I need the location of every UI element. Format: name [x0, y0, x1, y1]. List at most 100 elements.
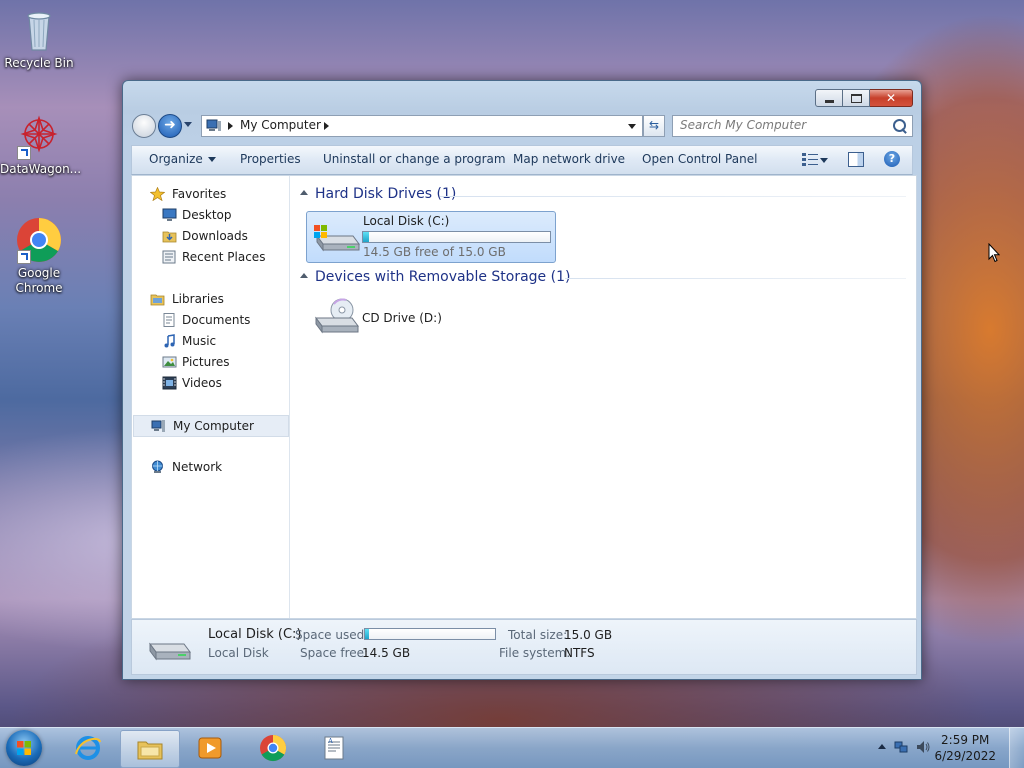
svg-text:A: A	[328, 737, 333, 745]
nav-videos-label: Videos	[182, 376, 222, 390]
taskbar-google-chrome[interactable]	[244, 730, 302, 766]
details-space-used-label: Space used:	[295, 628, 369, 642]
search-icon[interactable]	[893, 119, 906, 132]
drive-tile-local-disk-c[interactable]: Local Disk (C:) 14.5 GB free of 15.0 GB	[306, 211, 556, 263]
group-divider	[565, 278, 906, 279]
shortcut-arrow-icon	[17, 250, 31, 264]
hard-drive-icon	[314, 225, 360, 252]
group-title: Hard Disk Drives (1)	[315, 186, 457, 202]
taskbar-notepad-app[interactable]: A	[305, 730, 363, 766]
nav-desktop-label: Desktop	[182, 208, 232, 222]
nav-recent-places[interactable]: Recent Places	[132, 247, 289, 267]
desktop-icon-google-chrome[interactable]: Google Chrome	[0, 216, 78, 296]
change-view-icon[interactable]	[802, 153, 818, 166]
clock[interactable]: 2:59 PM 6/29/2022	[934, 732, 996, 764]
nav-recent-places-label: Recent Places	[182, 250, 266, 264]
address-dropdown-icon[interactable]	[628, 124, 636, 129]
drive-tile-cd-drive-d[interactable]: CD Drive (D:)	[306, 294, 554, 344]
nav-favorites[interactable]: Favorites	[132, 184, 289, 204]
music-icon	[164, 334, 175, 348]
cd-drive-icon	[315, 298, 359, 334]
volume-icon[interactable]	[916, 740, 930, 754]
computer-icon	[206, 119, 221, 131]
drive-name: CD Drive (D:)	[362, 311, 442, 325]
refresh-icon: ⇆	[648, 118, 660, 132]
nav-libraries-label: Libraries	[172, 292, 224, 306]
taskbar: A 2:59 PM 6/29/2022	[0, 727, 1024, 768]
nav-music[interactable]: Music	[132, 331, 289, 351]
taskbar-media-player[interactable]	[181, 730, 239, 766]
minimize-button[interactable]	[815, 89, 843, 107]
uninstall-program-button[interactable]: Uninstall or change a program	[323, 152, 506, 166]
help-icon[interactable]: ?	[884, 151, 900, 167]
nav-desktop[interactable]: Desktop	[132, 205, 289, 225]
back-button[interactable]	[132, 114, 156, 138]
search-input[interactable]	[673, 116, 885, 134]
address-bar[interactable]: My Computer	[201, 115, 643, 137]
open-control-panel-button[interactable]: Open Control Panel	[642, 152, 757, 166]
group-header-hard-disk-drives[interactable]: Hard Disk Drives (1)	[300, 186, 456, 202]
show-desktop-button[interactable]	[1009, 728, 1024, 768]
group-header-removable-storage[interactable]: Devices with Removable Storage (1)	[300, 269, 570, 285]
preview-pane-icon[interactable]	[848, 152, 864, 167]
documents-icon	[163, 313, 175, 327]
drive-usage-fill	[363, 232, 370, 242]
map-network-drive-button[interactable]: Map network drive	[513, 152, 625, 166]
nav-videos[interactable]: Videos	[132, 373, 289, 393]
address-row: ➜ My Computer ⇆	[131, 113, 913, 139]
search-box[interactable]	[672, 115, 913, 137]
network-icon	[152, 460, 163, 473]
collapse-icon	[300, 272, 308, 278]
desktop-icon-recycle-bin[interactable]: Recycle Bin	[0, 6, 78, 71]
forward-button[interactable]: ➜	[158, 114, 182, 138]
close-button[interactable]: ✕	[870, 89, 913, 107]
main-pane: Hard Disk Drives (1) Local Disk (C:) 14.…	[290, 176, 916, 618]
recent-pages-dropdown[interactable]	[184, 122, 192, 127]
media-player-icon	[198, 737, 222, 759]
content-frame: Favorites Desktop Downloads Recent Place…	[131, 175, 917, 619]
shortcut-arrow-icon	[17, 146, 31, 160]
nav-my-computer-label: My Computer	[173, 419, 254, 433]
maximize-button[interactable]	[843, 89, 870, 107]
chrome-label: Google Chrome	[15, 266, 63, 295]
drive-usage-bar	[362, 231, 551, 243]
chevron-down-icon	[207, 157, 216, 162]
network-status-icon[interactable]	[894, 740, 908, 754]
navigation-pane: Favorites Desktop Downloads Recent Place…	[132, 176, 290, 618]
desktop-icon	[162, 208, 177, 221]
chrome-icon	[15, 216, 63, 264]
refresh-button[interactable]: ⇆	[643, 115, 665, 137]
pictures-icon	[162, 356, 177, 368]
details-usage-bar	[364, 628, 496, 640]
properties-button[interactable]: Properties	[240, 152, 301, 166]
collapse-icon	[300, 189, 308, 195]
explorer-window[interactable]: ✕ ➜ My Computer ⇆ Organize Properties Un…	[122, 80, 922, 680]
nav-network[interactable]: Network	[132, 457, 289, 477]
nav-documents[interactable]: Documents	[132, 310, 289, 330]
show-hidden-icons-icon[interactable]	[878, 744, 886, 749]
nav-pictures[interactable]: Pictures	[132, 352, 289, 372]
clock-date: 6/29/2022	[934, 749, 996, 763]
start-button[interactable]	[6, 730, 42, 766]
view-options-dropdown[interactable]	[820, 158, 828, 163]
nav-my-computer[interactable]: My Computer	[133, 415, 289, 437]
internet-explorer-icon	[75, 736, 101, 760]
breadcrumb-my-computer[interactable]: My Computer	[240, 118, 321, 132]
arrow-right-icon: ➜	[164, 117, 176, 133]
folder-icon	[137, 741, 163, 760]
windows-logo-icon	[17, 741, 31, 755]
nav-downloads[interactable]: Downloads	[132, 226, 289, 246]
recent-places-icon	[162, 250, 176, 264]
nav-pictures-label: Pictures	[182, 355, 230, 369]
details-file-system-label: File system:	[499, 646, 571, 660]
drive-free-space: 14.5 GB free of 15.0 GB	[363, 245, 506, 259]
breadcrumb-separator-icon[interactable]	[324, 122, 329, 130]
nav-libraries[interactable]: Libraries	[132, 289, 289, 309]
chrome-icon	[260, 734, 287, 762]
taskbar-windows-explorer[interactable]	[120, 730, 180, 768]
taskbar-internet-explorer[interactable]	[59, 730, 117, 766]
desktop-icon-datawagon[interactable]: DataWagon...	[0, 112, 81, 177]
mouse-cursor-icon	[988, 243, 1000, 263]
organize-button[interactable]: Organize	[149, 152, 216, 166]
star-icon	[150, 187, 165, 201]
